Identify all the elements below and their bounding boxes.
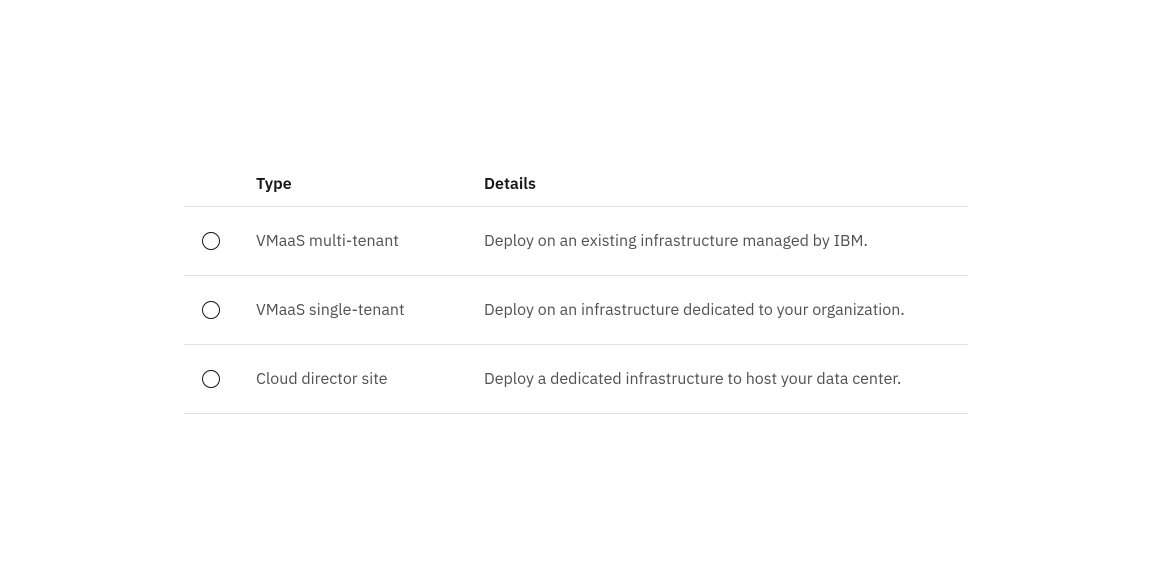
table-header-select: [184, 162, 240, 207]
details-cell: Deploy a dedicated infrastructure to hos…: [468, 345, 968, 414]
radio-cell: [184, 276, 240, 345]
table-row[interactable]: Cloud director site Deploy a dedicated i…: [184, 345, 968, 414]
table-row[interactable]: VMaaS multi-tenant Deploy on an existing…: [184, 207, 968, 276]
radio-cell: [184, 207, 240, 276]
table-header-details: Details: [468, 162, 968, 207]
resource-type-table: Type Details VMaaS multi-tenant Deploy o…: [184, 162, 968, 414]
table-row[interactable]: VMaaS single-tenant Deploy on an infrast…: [184, 276, 968, 345]
type-cell: VMaaS single-tenant: [240, 276, 468, 345]
radio-button[interactable]: [202, 232, 220, 250]
radio-cell: [184, 345, 240, 414]
table-header-type: Type: [240, 162, 468, 207]
type-cell: VMaaS multi-tenant: [240, 207, 468, 276]
type-cell: Cloud director site: [240, 345, 468, 414]
resource-type-table-container: Type Details VMaaS multi-tenant Deploy o…: [184, 162, 968, 414]
details-cell: Deploy on an infrastructure dedicated to…: [468, 276, 968, 345]
radio-button[interactable]: [202, 370, 220, 388]
table-header-row: Type Details: [184, 162, 968, 207]
radio-button[interactable]: [202, 301, 220, 319]
details-cell: Deploy on an existing infrastructure man…: [468, 207, 968, 276]
